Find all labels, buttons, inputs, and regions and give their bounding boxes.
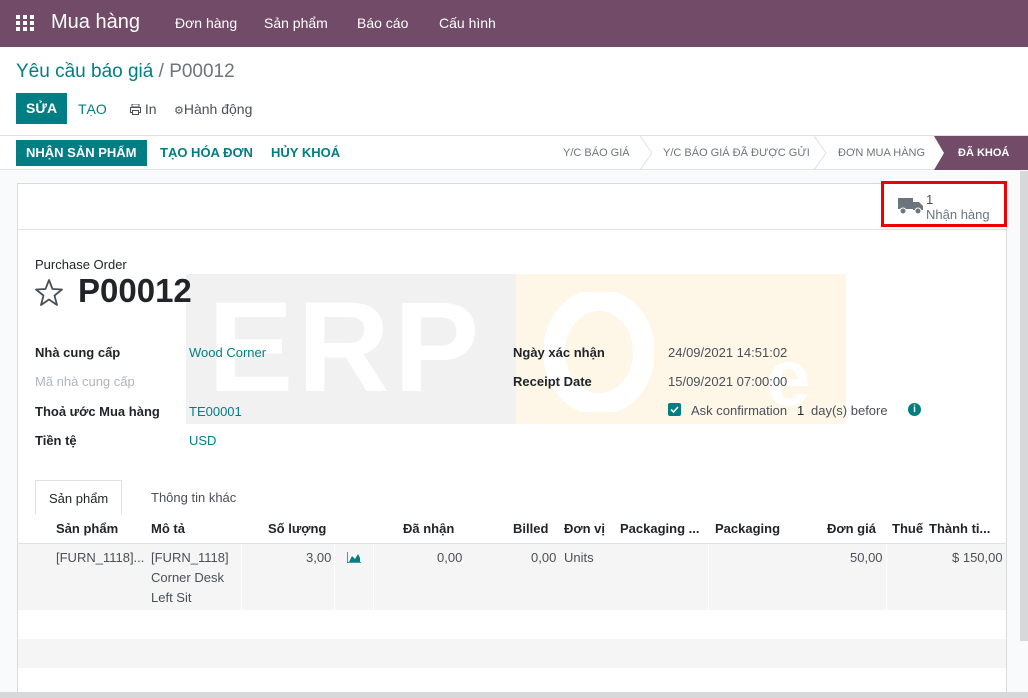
col-packaging[interactable]: Packaging (715, 521, 780, 536)
breadcrumb-separator: / (158, 61, 164, 82)
control-panel: Yêu cầu báo giá / P00012 SỬA TẠO In ⚙Hàn… (0, 47, 1028, 136)
button-box: 1 Nhận hàng (18, 181, 1007, 230)
receive-products-button[interactable]: NHẬN SẢN PHẨM (16, 140, 147, 166)
receipt-date-value: 15/09/2021 07:00:00 (668, 374, 788, 389)
order-name: P00012 (78, 272, 192, 309)
menu-san-pham[interactable]: Sản phẩm (264, 15, 328, 31)
stage-separator-icon (640, 136, 652, 170)
col-taxes[interactable]: Thuế (892, 521, 923, 536)
col-received[interactable]: Đã nhận (403, 521, 454, 536)
col-product[interactable]: Sản phẩm (56, 521, 118, 536)
col-quantity[interactable]: Số lượng (268, 521, 326, 536)
receipt-count: 1 (926, 192, 934, 207)
apps-menu-icon[interactable] (16, 15, 34, 31)
col-description[interactable]: Mô tả (151, 521, 185, 536)
stage-rfq-sent[interactable]: Y/C BÁO GIÁ ĐÃ ĐƯỢC GỬI (663, 136, 810, 170)
create-bill-button[interactable]: TẠO HÓA ĐƠN (160, 140, 253, 166)
confirmation-date-label: Ngày xác nhận (513, 345, 605, 360)
app-name[interactable]: Mua hàng (51, 11, 140, 34)
truck-icon (898, 198, 923, 215)
ask-confirmation-checkbox[interactable] (668, 403, 681, 416)
top-navbar: Mua hàng Đơn hàng Sản phẩm Báo cáo Cấu h… (0, 0, 1028, 47)
currency-value[interactable]: USD (189, 433, 216, 448)
edit-button[interactable]: SỬA (16, 93, 68, 124)
unlock-button[interactable]: HỦY KHOÁ (271, 140, 340, 166)
line-description-3: Left Sit (151, 590, 192, 605)
col-unit-price[interactable]: Đơn giá (827, 521, 876, 536)
vendor-value[interactable]: Wood Corner (189, 345, 266, 360)
menu-cau-hinh[interactable]: Cấu hình (439, 15, 496, 31)
ask-confirmation-days[interactable]: 1 (797, 403, 804, 418)
table-row[interactable]: [FURN_1118]... [FURN_1118] Corner Desk L… (18, 544, 1006, 610)
col-uom[interactable]: Đơn vị (564, 521, 605, 536)
order-lines-header: Sản phẩm Mô tả Số lượng Đã nhận Billed Đ… (18, 514, 1006, 544)
check-icon (670, 406, 679, 414)
breadcrumb: Yêu cầu báo giá / P00012 (16, 61, 235, 83)
col-subtotal[interactable]: Thành ti... (929, 521, 990, 536)
menu-don-hang[interactable]: Đơn hàng (175, 15, 237, 31)
line-description-1: [FURN_1118] (151, 550, 229, 565)
line-product: [FURN_1118]... (56, 550, 145, 565)
line-subtotal: $ 150,00 (952, 550, 1003, 565)
document-type-label: Purchase Order (35, 257, 127, 272)
vendor-ref-label: Mã nhà cung cấp (35, 374, 135, 389)
col-packaging-qty[interactable]: Packaging ... (620, 521, 699, 536)
print-button[interactable]: In (130, 101, 157, 117)
breadcrumb-current: P00012 (169, 61, 235, 82)
notebook-tabs: Sản phẩm Thông tin khác (35, 480, 990, 515)
ask-confirmation-suffix: day(s) before (811, 403, 888, 418)
receipt-label: Nhận hàng (926, 207, 990, 222)
tab-products[interactable]: Sản phẩm (35, 480, 123, 515)
line-billed: 0,00 (531, 550, 557, 565)
menu-bao-cao[interactable]: Báo cáo (357, 15, 408, 31)
action-label: Hành động (183, 101, 253, 117)
line-uom: Units (564, 550, 594, 565)
breadcrumb-parent[interactable]: Yêu cầu báo giá (16, 61, 153, 82)
stage-rfq[interactable]: Y/C BÁO GIÁ (563, 136, 630, 170)
line-quantity: 3,00 (306, 550, 332, 565)
ask-confirmation-text: Ask confirmation (691, 403, 788, 418)
vendor-label: Nhà cung cấp (35, 345, 121, 360)
print-label: In (144, 101, 157, 117)
vertical-scrollbar[interactable] (1020, 171, 1028, 641)
empty-row (18, 639, 1006, 668)
currency-label: Tiền tệ (35, 433, 77, 448)
agreement-label: Thoả ước Mua hàng (35, 404, 160, 419)
form-sheet: 1 Nhận hàng ERP e Purchase Order P00012 … (17, 181, 1007, 698)
star-icon[interactable] (34, 278, 64, 308)
print-icon (130, 103, 141, 115)
info-icon[interactable]: i (908, 403, 921, 416)
area-chart-icon[interactable] (347, 552, 361, 563)
create-button[interactable]: TẠO (78, 101, 107, 117)
tab-other-info[interactable]: Thông tin khác (138, 480, 249, 515)
receipt-date-label: Receipt Date (513, 374, 592, 389)
stage-separator-icon (814, 136, 826, 170)
col-billed[interactable]: Billed (513, 521, 548, 536)
stage-purchase-order[interactable]: ĐƠN MUA HÀNG (838, 136, 925, 170)
line-received: 0,00 (437, 550, 463, 565)
receipt-smart-button[interactable]: 1 Nhận hàng (881, 181, 1007, 227)
gear-icon: ⚙ (174, 105, 184, 117)
status-bar: NHẬN SẢN PHẨM TẠO HÓA ĐƠN HỦY KHOÁ Y/C B… (0, 136, 1028, 170)
confirmation-date-value: 24/09/2021 14:51:02 (668, 345, 788, 360)
agreement-value[interactable]: TE00001 (189, 404, 242, 419)
line-unit-price: 50,00 (850, 550, 883, 565)
stage-locked: ĐÃ KHOÁ (958, 147, 1010, 159)
horizontal-scrollbar[interactable] (0, 692, 1028, 698)
action-button[interactable]: ⚙Hành động (174, 101, 252, 117)
line-description-2: Corner Desk (151, 570, 224, 585)
empty-row (18, 610, 1006, 639)
